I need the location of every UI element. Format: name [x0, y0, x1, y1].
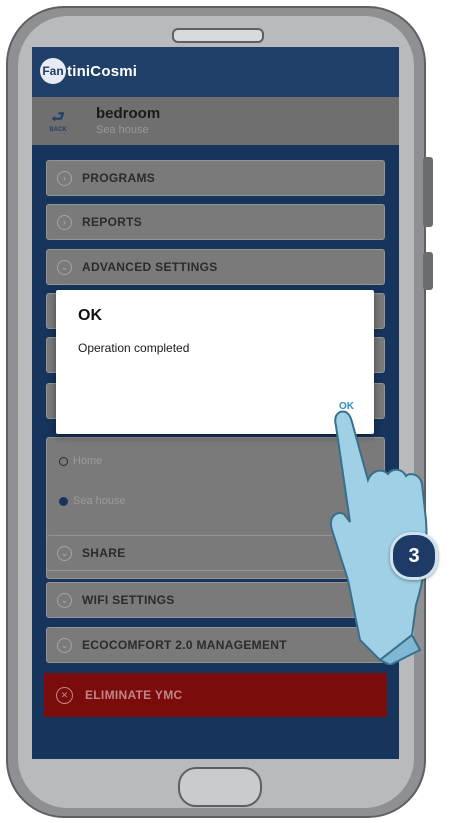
eliminate-label: ELIMINATE YMC [85, 688, 183, 702]
chevron-down-icon: ⌄ [57, 637, 72, 653]
eliminate-ymc-button[interactable]: ✕ ELIMINATE YMC [44, 673, 387, 717]
fantinicosmi-logo: Fan tiniCosmi [40, 58, 138, 84]
menu-label: ADVANCED SETTINGS [82, 260, 218, 274]
menu-label: SHARE [82, 546, 126, 560]
phone-side-button [423, 252, 433, 290]
chevron-right-icon: › [57, 214, 72, 230]
step-number-badge: 3 [390, 532, 438, 580]
menu-label: PROGRAMS [82, 171, 156, 185]
logo-mark: Fan [40, 58, 66, 84]
dialog-title: OK [78, 307, 102, 324]
phone-speaker [172, 28, 264, 43]
menu-item-programs[interactable]: › PROGRAMS [46, 160, 385, 196]
house-option-home[interactable]: Home [59, 455, 102, 467]
dialog-message: Operation completed [78, 341, 190, 355]
menu-label: ECOCOMFORT 2.0 MANAGEMENT [82, 638, 287, 652]
radio-unselected-icon [59, 456, 68, 466]
phone-side-button [423, 157, 433, 227]
radio-selected-icon [59, 496, 68, 506]
back-button[interactable]: ⮐ BACK [40, 103, 76, 139]
menu-label: WIFI SETTINGS [82, 593, 175, 607]
house-option-sea-house[interactable]: Sea house [59, 495, 126, 507]
logo-text: tiniCosmi [67, 62, 138, 80]
phone-home-button[interactable] [178, 767, 262, 807]
room-title: bedroom [96, 105, 161, 122]
house-option-label: Home [73, 455, 103, 467]
chevron-down-icon: ⌄ [57, 592, 72, 608]
back-icon: ⮐ [51, 108, 65, 126]
menu-item-reports[interactable]: › REPORTS [46, 204, 385, 240]
app-bar: Fan tiniCosmi [32, 47, 399, 97]
house-option-label: Sea house [73, 495, 126, 507]
chevron-down-icon: ⌄ [57, 259, 72, 275]
chevron-down-icon: ⌄ [57, 545, 72, 561]
close-circle-icon: ✕ [56, 686, 73, 704]
room-subtitle: Sea house [96, 124, 149, 136]
menu-label: REPORTS [82, 215, 143, 229]
chevron-right-icon: › [57, 170, 72, 186]
back-label: BACK [49, 126, 67, 133]
room-header: ⮐ BACK bedroom Sea house [32, 97, 399, 145]
menu-item-advanced-settings[interactable]: ⌄ ADVANCED SETTINGS [46, 249, 385, 285]
